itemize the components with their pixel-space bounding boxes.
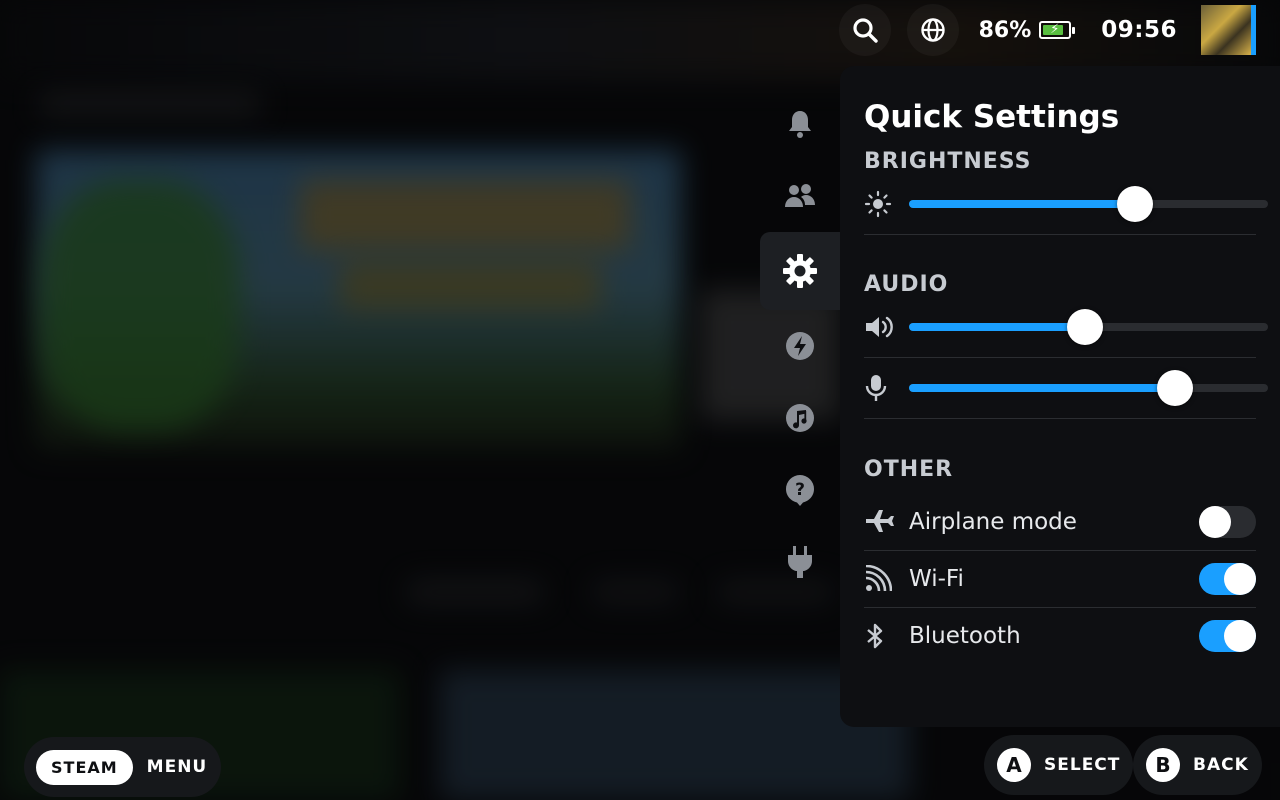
airplane-toggle[interactable] [1199,506,1256,538]
airplane-icon-wrap [864,509,909,535]
status-bar: 86% ⚡ 09:56 [831,0,1280,60]
wifi-row[interactable]: Wi-Fi [864,551,1256,608]
volume-row [864,297,1268,358]
volume-slider[interactable] [909,309,1268,345]
steam-menu-hint[interactable]: STEAM MENU [24,737,222,797]
nav-help[interactable]: ? [760,454,840,526]
brightness-header: BRIGHTNESS [864,149,1032,174]
nav-power[interactable] [760,526,840,598]
volume-icon-wrap [864,314,909,340]
steam-button[interactable]: STEAM [36,749,133,785]
airplane-icon [866,510,894,532]
mic-icon-wrap [864,373,909,403]
search-button[interactable] [838,4,891,56]
nav-music[interactable] [760,382,840,454]
battery-icon: ⚡ [1039,21,1076,39]
brightness-fill [909,200,1136,208]
select-label: SELECT [1044,755,1121,775]
nav-performance[interactable] [760,310,840,382]
svg-text:?: ? [795,480,805,500]
brightness-icon-wrap [864,190,909,218]
nav-notifications[interactable] [760,88,840,160]
toggle-knob [1224,563,1256,595]
wifi-label: Wi-Fi [909,566,964,592]
help-icon: ? [786,475,814,506]
microphone-icon [865,375,887,401]
volume-icon [866,316,893,338]
avatar[interactable] [1201,5,1256,55]
back-hint[interactable]: B BACK [1133,735,1262,795]
quick-settings-panel: Quick Settings BRIGHTNESS AUDIO OTHER Ai… [840,66,1280,727]
panel-title: Quick Settings [864,99,1120,135]
a-button-icon: A [997,748,1031,782]
bluetooth-label: Bluetooth [909,623,1021,649]
bluetooth-row[interactable]: Bluetooth [864,608,1256,664]
wifi-toggle[interactable] [1199,563,1256,595]
b-button-icon: B [1146,748,1180,782]
wifi-icon-wrap [864,565,909,593]
toggle-knob [1224,620,1256,652]
brightness-icon [864,190,892,218]
clock: 09:56 [1101,17,1177,43]
battery-percent: 86% [978,17,1032,43]
battery-status: 86% ⚡ [978,17,1076,43]
mic-slider[interactable] [909,370,1268,406]
settings-icon [783,254,817,288]
brightness-row [864,174,1268,235]
globe-icon [920,18,945,42]
volume-knob[interactable] [1066,309,1103,345]
airplane-row[interactable]: Airplane mode [864,494,1256,551]
quick-access-nav: ? [760,88,840,598]
audio-header: AUDIO [864,272,949,297]
mic-row [864,358,1268,419]
notifications-icon [789,111,811,138]
select-hint[interactable]: A SELECT [984,735,1134,795]
language-button[interactable] [906,4,959,56]
nav-friends[interactable] [760,160,840,232]
nav-settings[interactable] [760,232,840,310]
mic-fill [909,384,1175,392]
friends-icon [785,184,815,207]
brightness-slider[interactable] [909,186,1268,222]
music-icon [786,404,814,432]
power-icon [788,546,812,578]
airplane-label: Airplane mode [909,509,1077,535]
bluetooth-icon [867,623,883,649]
bluetooth-icon-wrap [864,621,909,651]
wifi-icon [865,565,892,592]
menu-label: MENU [146,757,208,777]
volume-fill [909,323,1085,331]
back-label: BACK [1193,755,1249,775]
toggle-knob [1199,506,1231,538]
brightness-knob[interactable] [1117,186,1154,222]
mic-knob[interactable] [1156,370,1193,406]
search-icon [853,18,878,43]
bluetooth-toggle[interactable] [1199,620,1256,652]
performance-icon [786,332,814,360]
other-header: OTHER [864,457,954,482]
